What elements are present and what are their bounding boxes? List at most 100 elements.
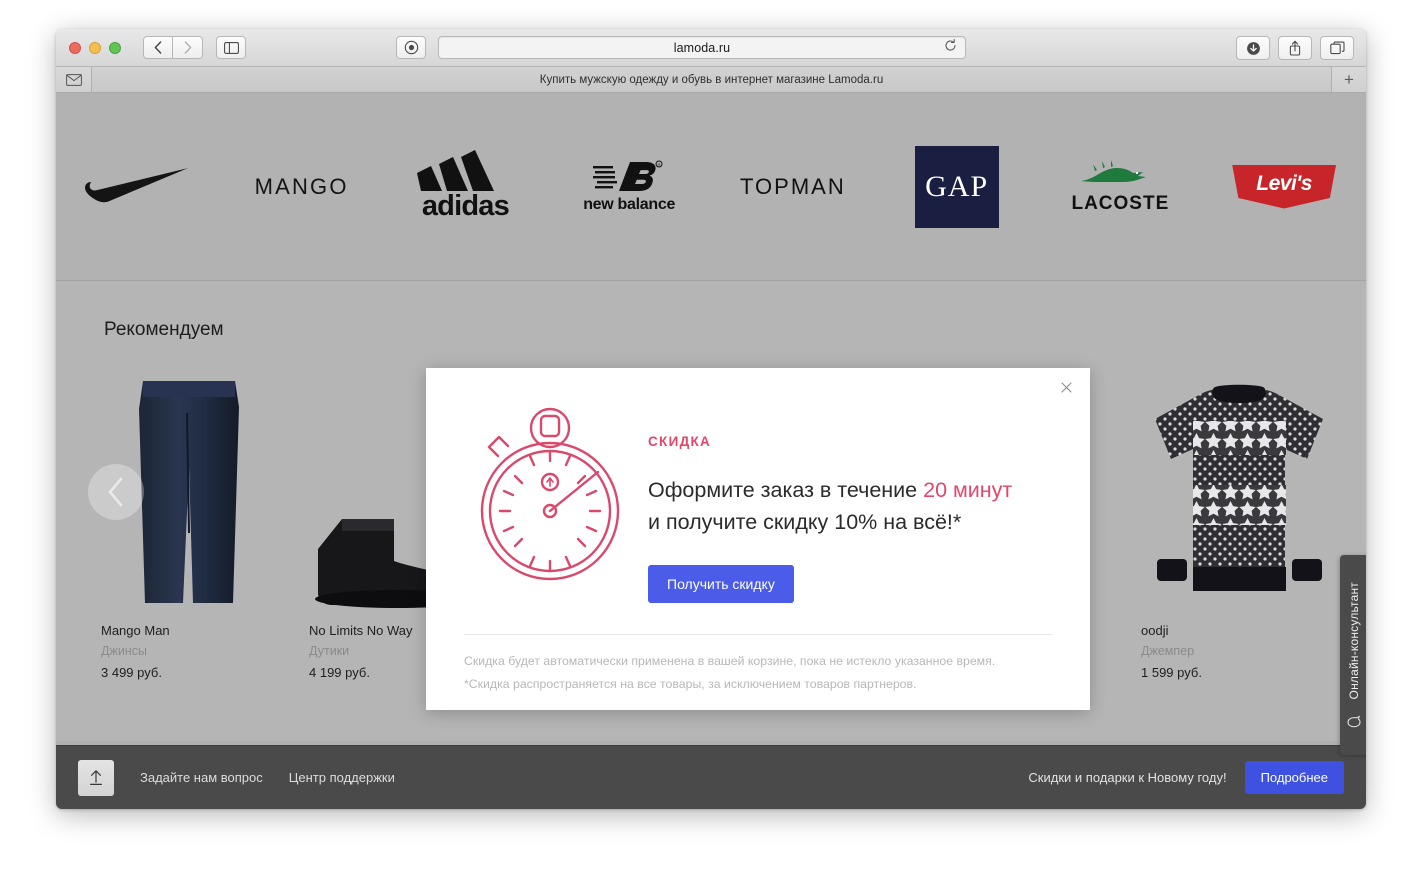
chevron-right-icon	[184, 41, 191, 54]
jeans-image	[139, 381, 239, 603]
footer-promo-text: Скидки и подарки к Новому году!	[1028, 770, 1227, 785]
toolbar-right-buttons	[1236, 36, 1354, 60]
modal-divider	[464, 634, 1052, 635]
tab-title: Купить мужскую одежду и обувь в интернет…	[539, 73, 884, 86]
modal-body: СКИДКА Оформите заказ в течение 20 минут…	[426, 368, 1090, 603]
modal-headline-line2: и получите скидку 10% на всё!*	[648, 509, 962, 534]
topman-wordmark: TOPMAN	[740, 173, 846, 199]
modal-text-column: СКИДКА Оформите заказ в течение 20 минут…	[648, 394, 1058, 603]
new-tab-button[interactable]: +	[1332, 67, 1366, 92]
product-label[interactable]: Mango Man Джинсы 3 499 руб.	[101, 623, 309, 680]
product-type: Джинсы	[101, 644, 147, 658]
reload-button[interactable]	[944, 38, 957, 57]
brand-logo-new-balance[interactable]: R new balance	[547, 93, 711, 280]
new-balance-n-icon: R	[593, 160, 663, 191]
brand-logo-nike[interactable]	[56, 93, 220, 280]
chevron-left-icon	[108, 477, 123, 507]
modal-icon-wrap	[452, 394, 648, 603]
tabs-icon	[1329, 41, 1345, 55]
close-icon	[1060, 381, 1072, 393]
modal-fineprint-line1: Скидка будет автоматически применена в в…	[464, 654, 996, 668]
modal-headline-line1-before: Оформите заказ в течение	[648, 478, 924, 502]
chat-bubble-icon	[1347, 710, 1361, 728]
brand-logo-mango[interactable]: MANGO	[220, 93, 384, 280]
modal-fineprint-line2: *Скидка распространяется на все товары, …	[464, 676, 917, 691]
discount-modal: СКИДКА Оформите заказ в течение 20 минут…	[426, 368, 1090, 710]
carousel-prev-button[interactable]	[88, 464, 144, 520]
adidas-stripes-icon	[417, 150, 495, 191]
mail-button[interactable]	[56, 67, 92, 92]
modal-headline: Оформите заказ в течение 20 минут и полу…	[648, 475, 1058, 539]
levis-batwing: Levi's	[1232, 164, 1337, 209]
screenshot-root: lamoda.ru Купить мужскую одежду и обувь …	[0, 0, 1418, 888]
navigation-buttons	[143, 36, 203, 59]
scroll-to-top-button[interactable]	[78, 759, 114, 796]
modal-fineprint: Скидка будет автоматически применена в в…	[464, 650, 1054, 695]
reader-view-button[interactable]	[396, 36, 426, 59]
product-price: 1 599 руб.	[1141, 665, 1202, 680]
sweater-image	[1154, 384, 1323, 591]
online-consultant-label: Онлайн-консультант	[1347, 582, 1361, 700]
mango-wordmark: MANGO	[254, 173, 349, 199]
window-controls	[69, 41, 121, 54]
sidebar-icon	[223, 41, 239, 54]
brand-logo-adidas[interactable]: adidas	[384, 93, 548, 280]
get-discount-button[interactable]: Получить скидку	[648, 564, 794, 603]
close-window-button[interactable]	[69, 41, 81, 54]
site-footer: Задайте нам вопрос Центр поддержки Скидк…	[56, 745, 1366, 809]
modal-headline-accent: 20 минут	[923, 478, 1013, 502]
browser-window: lamoda.ru Купить мужскую одежду и обувь …	[56, 29, 1366, 809]
lacoste-crocodile-icon	[1081, 160, 1147, 182]
brand-logo-gap[interactable]: GAP	[875, 93, 1039, 280]
browser-toolbar: lamoda.ru	[56, 29, 1366, 67]
new-tab-label: +	[1344, 69, 1354, 89]
modal-close-button[interactable]	[1056, 377, 1076, 397]
footer-link-ask-question[interactable]: Задайте нам вопрос	[140, 770, 263, 785]
address-bar-group: lamoda.ru	[396, 36, 966, 59]
new-balance-wordmark: new balance	[583, 195, 676, 213]
back-button[interactable]	[143, 36, 173, 59]
downloads-button[interactable]	[1236, 36, 1270, 60]
chevron-left-icon	[154, 41, 162, 54]
reader-icon	[404, 40, 418, 55]
show-sidebar-button[interactable]	[216, 36, 246, 59]
product-label[interactable]: oodji Джемпер 1 599 руб.	[1141, 623, 1349, 680]
show-all-tabs-button[interactable]	[1320, 36, 1354, 60]
product-type: Джемпер	[1141, 644, 1195, 658]
reload-icon	[945, 38, 956, 51]
adidas-wordmark: adidas	[421, 190, 510, 222]
footer-link-support-center[interactable]: Центр поддержки	[289, 770, 395, 785]
brand-logo-topman[interactable]: TOPMAN	[711, 93, 875, 280]
footer-promo-button[interactable]: Подробнее	[1244, 761, 1344, 794]
levis-wordmark: Levi's	[1256, 172, 1312, 195]
brand-logo-levis[interactable]: Levi's	[1202, 93, 1366, 280]
mail-icon	[65, 73, 82, 86]
gap-wordmark: GAP	[925, 169, 989, 203]
browser-tab[interactable]: Купить мужскую одежду и обувь в интернет…	[92, 67, 1332, 92]
url-text: lamoda.ru	[673, 40, 731, 55]
tab-strip: Купить мужскую одежду и обувь в интернет…	[56, 67, 1366, 93]
gap-box: GAP	[914, 145, 999, 228]
page-content: MANGO adidas R new balance TOPMAN GAP LA…	[56, 93, 1366, 809]
maximize-window-button[interactable]	[109, 41, 121, 54]
lacoste-wordmark: LACOSTE	[1071, 193, 1170, 214]
brand-logo-lacoste[interactable]: LACOSTE	[1039, 93, 1203, 280]
share-button[interactable]	[1278, 36, 1312, 60]
forward-button[interactable]	[173, 36, 203, 59]
modal-kicker: СКИДКА	[648, 434, 712, 449]
product-price: 3 499 руб.	[101, 665, 162, 680]
product-brand: oodji	[1141, 623, 1169, 638]
product-image-sweater[interactable]	[1134, 359, 1344, 609]
brand-logo-strip: MANGO adidas R new balance TOPMAN GAP LA…	[56, 93, 1366, 281]
product-brand: Mango Man	[101, 623, 170, 638]
online-consultant-tab[interactable]: Онлайн-консультант	[1340, 555, 1366, 755]
stopwatch-icon	[480, 407, 620, 581]
svg-text:R: R	[658, 162, 661, 167]
download-icon	[1246, 41, 1260, 55]
nike-swoosh-icon	[85, 167, 189, 202]
address-bar[interactable]: lamoda.ru	[438, 36, 966, 59]
share-icon	[1289, 40, 1301, 56]
minimize-window-button[interactable]	[89, 41, 101, 54]
arrow-up-icon	[90, 770, 102, 785]
recommended-title: Рекомендуем	[104, 319, 224, 340]
